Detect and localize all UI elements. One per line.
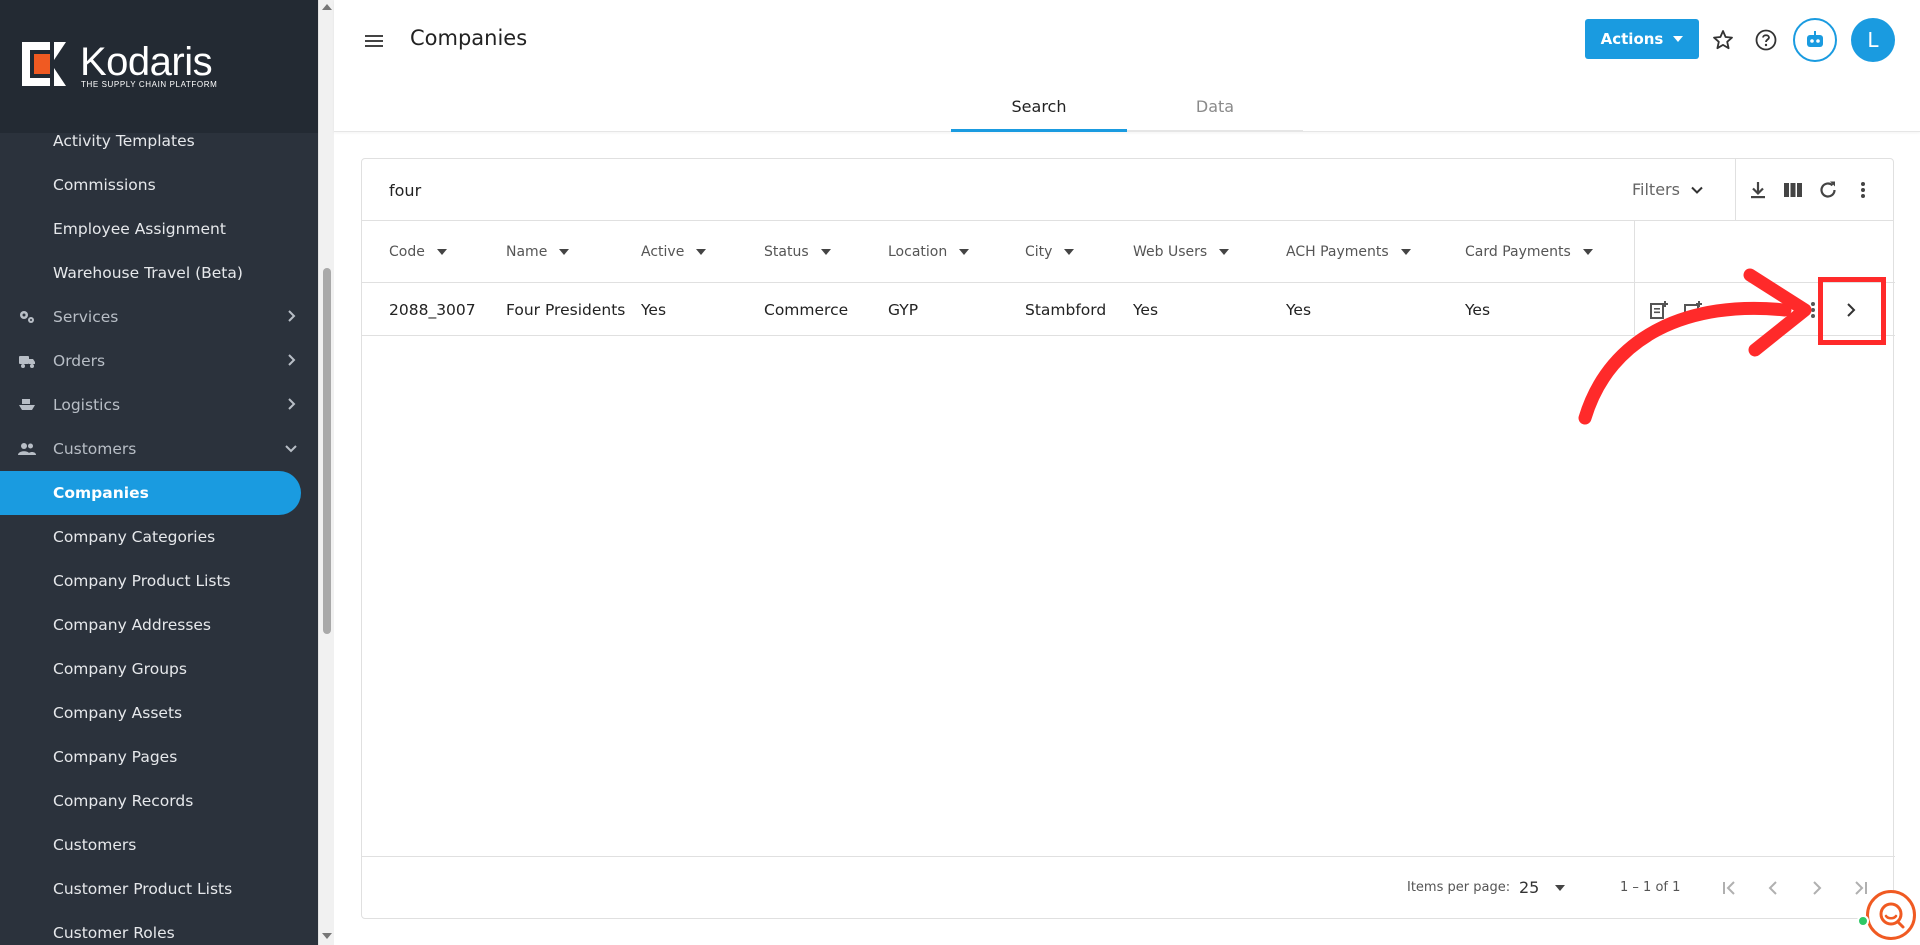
truck-icon xyxy=(19,356,35,368)
brand-tagline: THE SUPPLY CHAIN PLATFORM xyxy=(81,80,218,89)
columns-icon[interactable] xyxy=(1782,179,1804,201)
filters-dropdown[interactable]: Filters xyxy=(1632,180,1704,199)
sort-caret-icon xyxy=(959,249,970,255)
sidebar-item-company-product-lists[interactable]: Company Product Lists xyxy=(0,559,318,603)
cell-name: Four Presidents xyxy=(506,300,626,319)
items-per-page-select[interactable]: 25 xyxy=(1519,878,1566,897)
cell-ach-payments: Yes xyxy=(1286,300,1312,319)
more-vert-icon[interactable] xyxy=(1852,179,1874,201)
sidebar-item-logistics[interactable]: Logistics xyxy=(0,383,318,427)
scroll-down-arrow-icon[interactable] xyxy=(322,933,332,939)
sidebar-scrollbar[interactable] xyxy=(318,0,334,945)
chevron-down-icon xyxy=(1691,186,1703,194)
sidebar-item-customers[interactable]: Customers xyxy=(0,427,318,471)
cell-web-users: Yes xyxy=(1133,300,1159,319)
column-header-name[interactable]: Name xyxy=(506,221,570,283)
sidebar-item-companies[interactable]: Companies xyxy=(0,471,301,515)
sort-caret-icon xyxy=(1582,249,1593,255)
sidebar-item-employee-assignment[interactable]: Employee Assignment xyxy=(0,207,318,251)
caret-down-icon xyxy=(1555,884,1566,891)
sidebar-item-services[interactable]: Services xyxy=(0,295,318,339)
cell-city: Stambford xyxy=(1025,300,1107,319)
column-header-city[interactable]: City xyxy=(1025,221,1075,283)
cell-code: 2088_3007 xyxy=(389,300,476,319)
sort-caret-icon xyxy=(436,249,447,255)
sidebar: Kodaris THE SUPPLY CHAIN PLATFORM Activi… xyxy=(0,0,318,945)
scroll-thumb[interactable] xyxy=(323,268,331,634)
cell-status: Commerce xyxy=(764,300,849,319)
sort-caret-icon xyxy=(1400,249,1411,255)
star-icon[interactable] xyxy=(1711,28,1735,52)
sort-caret-icon xyxy=(1219,249,1230,255)
assistant-button[interactable] xyxy=(1793,18,1837,62)
column-header-code[interactable]: Code xyxy=(389,221,447,283)
page-title: Companies xyxy=(410,26,528,50)
sidebar-item-customer-roles[interactable]: Customer Roles xyxy=(0,911,318,945)
logo-area: Kodaris THE SUPPLY CHAIN PLATFORM xyxy=(0,0,318,133)
chat-widget-button[interactable] xyxy=(1866,890,1916,940)
ship-icon xyxy=(19,399,35,410)
kodaris-logo-icon xyxy=(22,42,66,86)
sidebar-item-company-records[interactable]: Company Records xyxy=(0,779,318,823)
toolbar-divider xyxy=(1735,159,1736,221)
cell-location: GYP xyxy=(888,300,919,319)
search-toolbar: four Filters xyxy=(362,159,1893,221)
tab-data[interactable]: Data xyxy=(1127,83,1303,132)
annotation-arrow xyxy=(1578,268,1812,425)
first-page-icon[interactable] xyxy=(1718,877,1740,899)
menu-icon[interactable] xyxy=(363,30,385,52)
sort-caret-icon xyxy=(696,249,707,255)
sidebar-item-activity-templates[interactable]: Activity Templates xyxy=(0,119,318,163)
scroll-up-arrow-icon[interactable] xyxy=(322,4,332,10)
download-icon[interactable] xyxy=(1747,179,1769,201)
column-header-status[interactable]: Status xyxy=(764,221,831,283)
prev-page-icon[interactable] xyxy=(1762,877,1784,899)
chat-icon xyxy=(1879,902,1905,929)
column-header-web-users[interactable]: Web Users xyxy=(1133,221,1230,283)
cell-card-payments: Yes xyxy=(1465,300,1491,319)
page-header: Companies Actions L Search Data xyxy=(334,0,1920,132)
online-status-dot xyxy=(1857,915,1869,927)
next-page-icon[interactable] xyxy=(1806,877,1828,899)
caret-down-icon xyxy=(1673,36,1684,42)
annotation-highlight-box xyxy=(1818,277,1886,345)
sidebar-item-company-pages[interactable]: Company Pages xyxy=(0,735,318,779)
tab-bar: Search Data xyxy=(951,83,1303,132)
user-avatar[interactable]: L xyxy=(1851,18,1895,62)
sort-caret-icon xyxy=(820,249,831,255)
search-input[interactable]: four xyxy=(389,181,421,200)
column-header-active[interactable]: Active xyxy=(641,221,707,283)
pagination-range: 1 – 1 of 1 xyxy=(1620,880,1681,895)
cell-active: Yes xyxy=(641,300,667,319)
chevron-down-icon xyxy=(285,445,297,453)
sidebar-item-company-addresses[interactable]: Company Addresses xyxy=(0,603,318,647)
last-page-icon[interactable] xyxy=(1850,877,1872,899)
sidebar-item-customer-product-lists[interactable]: Customer Product Lists xyxy=(0,867,318,911)
brand-name: Kodaris xyxy=(80,40,213,84)
tab-search[interactable]: Search xyxy=(951,83,1127,132)
pagination-bar: Items per page: 25 1 – 1 of 1 xyxy=(362,856,1895,918)
help-icon[interactable] xyxy=(1754,28,1778,52)
sidebar-item-company-categories[interactable]: Company Categories xyxy=(0,515,318,559)
sidebar-item-warehouse-travel[interactable]: Warehouse Travel (Beta) xyxy=(0,251,318,295)
sidebar-item-company-groups[interactable]: Company Groups xyxy=(0,647,318,691)
chevron-right-icon xyxy=(288,354,296,366)
sort-caret-icon xyxy=(1064,249,1075,255)
actions-button[interactable]: Actions xyxy=(1585,19,1699,59)
sidebar-item-commissions[interactable]: Commissions xyxy=(0,163,318,207)
column-header-location[interactable]: Location xyxy=(888,221,970,283)
sidebar-item-orders[interactable]: Orders xyxy=(0,339,318,383)
people-icon xyxy=(18,443,36,455)
chevron-right-icon xyxy=(288,398,296,410)
items-per-page-label: Items per page: xyxy=(1407,880,1511,895)
refresh-icon[interactable] xyxy=(1817,179,1839,201)
column-header-ach-payments[interactable]: ACH Payments xyxy=(1286,221,1411,283)
sidebar-item-customers-list[interactable]: Customers xyxy=(0,823,318,867)
sidebar-item-company-assets[interactable]: Company Assets xyxy=(0,691,318,735)
sort-caret-icon xyxy=(559,249,570,255)
robot-icon xyxy=(1807,31,1823,47)
chevron-right-icon xyxy=(288,310,296,322)
sidebar-nav: Activity Templates Commissions Employee … xyxy=(0,119,318,945)
gears-icon xyxy=(20,311,34,323)
